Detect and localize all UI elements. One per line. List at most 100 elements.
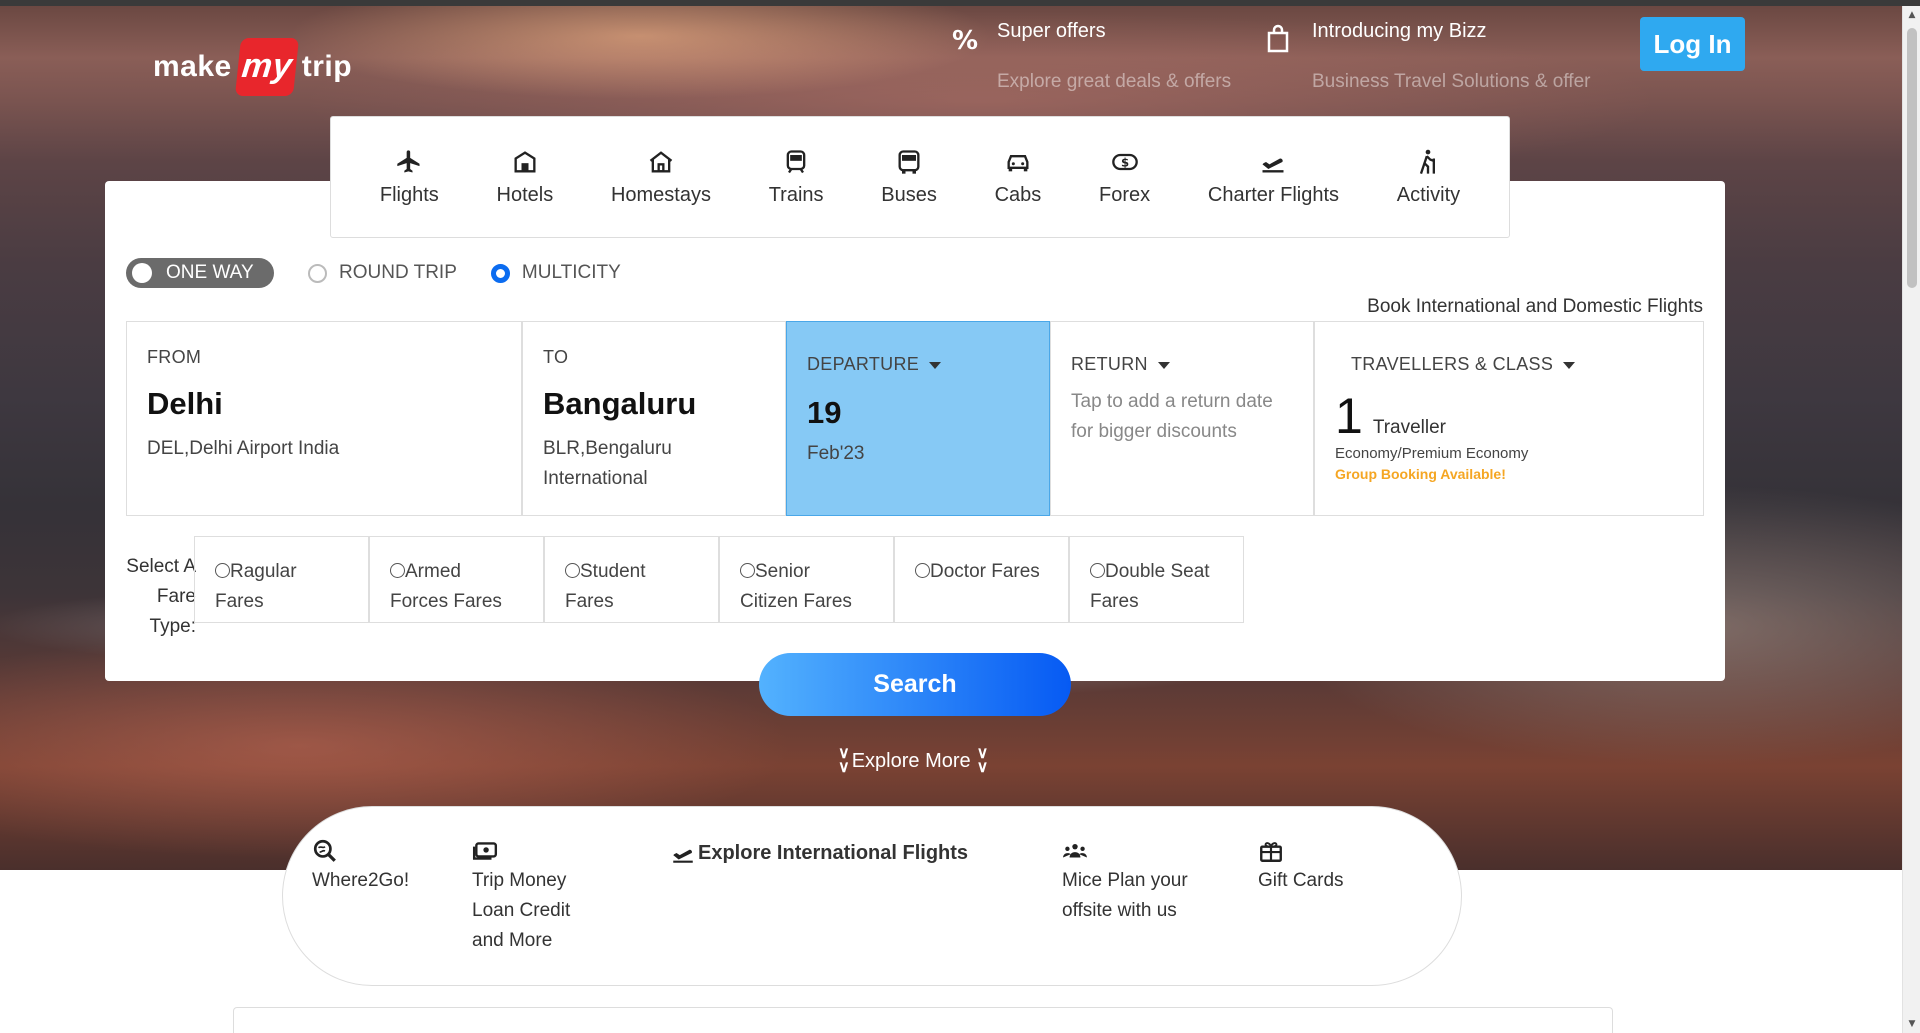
tab-trains[interactable]: Trains	[769, 148, 824, 207]
from-field[interactable]: FROM Delhi DEL,Delhi Airport India	[126, 321, 522, 516]
departure-month: Feb'23	[807, 443, 865, 464]
my-bizz[interactable]: Introducing my Bizz Business Travel Solu…	[1312, 20, 1590, 93]
gift-cards-label: Gift Cards	[1258, 870, 1344, 891]
gift-card-icon	[1260, 842, 1282, 862]
round-trip-radio[interactable]: ROUND TRIP	[308, 262, 457, 284]
explore-international-item[interactable]: Explore International Flights	[670, 838, 968, 868]
tab-label: Homestays	[610, 183, 711, 206]
travellers-label: TRAVELLERS & CLASS	[1351, 354, 1554, 374]
from-detail: DEL,Delhi Airport India	[147, 438, 340, 459]
tab-hotels[interactable]: Hotels	[497, 148, 553, 207]
fare-option-double-seat[interactable]: Double Seat Fares	[1069, 536, 1244, 623]
return-label: RETURN	[1071, 354, 1148, 374]
fare-option-label: Senior Citizen Fares	[740, 561, 852, 612]
mice-item[interactable]: Mice Plan your offsite with us	[1062, 838, 1212, 926]
logo-my-badge: my	[234, 38, 299, 96]
next-section-card	[233, 1007, 1613, 1033]
where2go-item[interactable]: Where2Go!	[312, 838, 409, 896]
explore-more-label: Explore More	[851, 749, 971, 772]
tab-flights[interactable]: Flights	[380, 148, 439, 207]
gift-cards-item[interactable]: Gift Cards	[1258, 838, 1344, 896]
trip-money-item[interactable]: Trip Money Loan Credit and More	[472, 838, 592, 956]
tab-label: Buses	[881, 183, 937, 206]
scrollbar-thumb[interactable]	[1907, 28, 1917, 288]
tab-buses[interactable]: Buses	[881, 148, 937, 207]
tab-label: Activity	[1396, 183, 1461, 206]
one-way-label: ONE WAY	[166, 262, 254, 283]
group-people-icon	[1063, 843, 1087, 858]
makemytrip-logo[interactable]: make my trip	[153, 38, 352, 96]
my-bizz-title: Introducing my Bizz	[1312, 20, 1487, 42]
caret-down-icon	[929, 361, 942, 369]
where2go-label: Where2Go!	[312, 870, 410, 891]
explore-more-link[interactable]: ∨ ∨ Explore More ∨ ∨	[832, 746, 990, 776]
fare-option-regular[interactable]: Ragular Fares	[194, 536, 369, 623]
one-way-toggle[interactable]: ONE WAY	[126, 258, 274, 288]
fare-option-senior-citizen[interactable]: Senior Citizen Fares	[719, 536, 894, 623]
radio-circle	[915, 563, 930, 578]
home-icon	[649, 150, 673, 172]
radio-circle	[215, 563, 230, 578]
tab-cabs[interactable]: Cabs	[995, 148, 1041, 207]
return-hint: Tap to add a return date for bigger disc…	[1071, 391, 1273, 442]
fare-option-label: Doctor Fares	[930, 561, 1040, 582]
traveller-count: 1	[1335, 388, 1363, 444]
tab-homestays[interactable]: Homestays	[611, 148, 711, 207]
super-offers-subtitle: Explore great deals & offers	[997, 71, 1232, 92]
money-icon: $	[1111, 153, 1138, 170]
train-icon	[786, 149, 806, 173]
scroll-down-arrow-icon[interactable]: ▼	[1903, 1015, 1920, 1033]
radio-circle	[740, 563, 755, 578]
bus-icon	[898, 149, 920, 174]
tab-activity[interactable]: Activity	[1397, 148, 1460, 207]
to-field[interactable]: TO Bangaluru BLR,Bengaluru International	[522, 321, 786, 516]
page-scrollbar[interactable]: ▲ ▼	[1902, 6, 1920, 1033]
toggle-knob	[132, 263, 152, 283]
fare-option-doctor[interactable]: Doctor Fares	[894, 536, 1069, 623]
traveller-unit: Traveller	[1372, 417, 1447, 438]
super-offers[interactable]: Super offers Explore great deals & offer…	[997, 20, 1231, 93]
departure-day: 19	[807, 395, 842, 430]
search-button[interactable]: Search	[759, 653, 1071, 716]
my-bizz-subtitle: Business Travel Solutions & offer	[1312, 71, 1591, 92]
login-button[interactable]: Log In	[1640, 17, 1745, 71]
radio-circle	[390, 563, 405, 578]
radio-circle	[565, 563, 580, 578]
multicity-label: MULTICITY	[521, 262, 621, 283]
percent-icon: %	[952, 26, 979, 56]
travel-class: Economy/Premium Economy	[1335, 445, 1529, 462]
search-globe-icon	[313, 839, 336, 862]
radio-circle-selected	[490, 263, 510, 283]
trip-type-selector: ONE WAY ROUND TRIP MULTICITY	[126, 258, 621, 288]
car-icon	[1007, 154, 1029, 171]
to-label: TO	[543, 347, 569, 367]
fare-option-armed-forces[interactable]: Armed Forces Fares	[369, 536, 544, 623]
fare-option-student[interactable]: Student Fares	[544, 536, 719, 623]
departure-field[interactable]: DEPARTURE 19 Feb'23	[786, 321, 1050, 516]
trip-money-label: Trip Money Loan Credit and More	[472, 870, 571, 951]
group-booking-note: Group Booking Available!	[1335, 466, 1506, 482]
caret-down-icon	[1157, 361, 1170, 369]
tab-forex[interactable]: $ Forex	[1099, 148, 1150, 207]
fare-type-label: Select A Fare Type:	[126, 556, 196, 637]
logo-trip: trip	[301, 50, 353, 83]
departure-label: DEPARTURE	[807, 354, 920, 374]
money-note-icon	[472, 842, 498, 860]
hotel-icon	[514, 150, 536, 172]
explore-international-label: Explore International Flights	[698, 842, 969, 864]
tab-label: Trains	[768, 183, 824, 206]
scroll-up-arrow-icon[interactable]: ▲	[1903, 6, 1920, 24]
departure-label-row: DEPARTURE	[807, 354, 1029, 375]
travellers-field[interactable]: TRAVELLERS & CLASS 1 Traveller Economy/Pr…	[1314, 321, 1704, 516]
tab-charter-flights[interactable]: Charter Flights	[1208, 148, 1339, 207]
round-trip-label: ROUND TRIP	[339, 262, 457, 283]
fare-type-options: Ragular Fares Armed Forces Fares Student…	[194, 536, 1244, 623]
plane-departure-icon	[673, 849, 693, 863]
search-fields: FROM Delhi DEL,Delhi Airport India TO Ba…	[126, 321, 1704, 516]
multicity-radio[interactable]: MULTICITY	[490, 262, 621, 284]
return-field[interactable]: RETURN Tap to add a return date for bigg…	[1050, 321, 1314, 516]
caret-down-icon	[1563, 361, 1576, 369]
from-label: FROM	[147, 347, 202, 367]
hiking-icon	[1420, 149, 1436, 174]
radio-circle	[1090, 563, 1105, 578]
